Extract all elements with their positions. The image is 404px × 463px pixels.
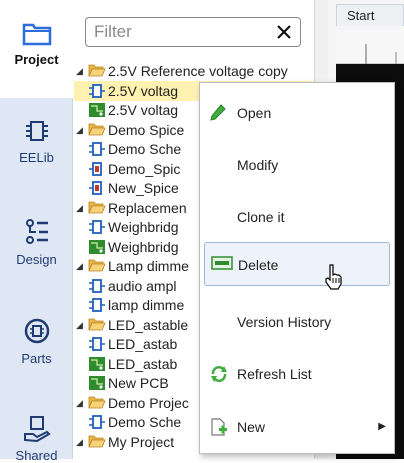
submenu-arrow-icon: ▶ [378, 421, 386, 432]
tree-item-label: LED_astab [108, 355, 178, 372]
folder-open-icon [88, 123, 106, 135]
nav-label-project: Project [14, 52, 59, 67]
new-doc-icon [211, 418, 227, 436]
pencil-icon [210, 104, 226, 121]
nav-label-eelib: EELib [19, 150, 54, 165]
delete-icon [211, 256, 233, 270]
schematic-icon [89, 278, 105, 293]
context-menu: Open Modify Clone it Delete Version Hist… [199, 82, 395, 454]
expand-toggle-icon[interactable]: ◢ [76, 393, 88, 413]
tree-item-label: lamp dimme [108, 297, 185, 313]
schematic-icon [89, 337, 105, 351]
menu-item-open[interactable]: Open [204, 91, 390, 135]
schematic-icon [89, 83, 105, 98]
expand-toggle-icon[interactable]: ◢ [76, 432, 88, 452]
nav-item-project[interactable]: Project [0, 0, 73, 98]
expand-toggle-icon[interactable]: ◢ [76, 61, 88, 81]
folder-open-icon [88, 259, 106, 272]
menu-label-new: New [237, 419, 266, 435]
tree-item-label: New PCB [108, 375, 169, 391]
tree-item-label: Demo Spice [108, 121, 185, 138]
menu-label-refresh-list: Refresh List [237, 366, 312, 382]
tree-item-label: LED_astable [108, 316, 189, 333]
folder-open-icon [88, 64, 106, 77]
menu-item-delete[interactable]: Delete [204, 242, 390, 286]
tree-item-label: audio ampl [108, 277, 177, 294]
nav-label-parts: Parts [21, 351, 52, 366]
nav-item-shared[interactable]: Shared [0, 414, 73, 463]
design-list-icon [25, 219, 48, 244]
chip-icon [25, 121, 48, 141]
menu-item-clone[interactable]: Clone it [204, 195, 390, 239]
parts-icon [24, 318, 49, 344]
shared-hand-icon [23, 416, 51, 442]
side-navigation: Project EELib Design Parts Shared [0, 0, 73, 463]
pcb-icon [89, 376, 105, 390]
tab-start[interactable]: Start [336, 4, 404, 26]
tree-item-label: 2.5V voltag [108, 102, 179, 118]
tree-item-label: Weighbridg [108, 238, 179, 255]
schematic-icon [89, 298, 105, 312]
tree-item-label: My Project [108, 433, 175, 450]
schematic-icon [89, 415, 105, 429]
nav-label-shared: Shared [15, 448, 58, 463]
expand-toggle-icon[interactable]: ◢ [76, 120, 88, 140]
menu-item-refresh-list[interactable]: Refresh List [204, 352, 390, 396]
tree-item-label: New_Spice [108, 180, 179, 196]
pcb-icon [89, 103, 105, 117]
folder-open-icon [88, 435, 106, 447]
tree-item-label: Lamp dimme [108, 258, 189, 274]
close-icon[interactable] [274, 22, 294, 42]
nav-label-design: Design [16, 252, 57, 267]
expand-toggle-icon[interactable]: ◢ [76, 315, 88, 335]
nav-item-eelib[interactable]: EELib [0, 118, 73, 182]
ruler-ticks [365, 44, 397, 64]
menu-label-modify: Modify [237, 157, 279, 173]
tree-item-label: LED_astab [108, 336, 178, 352]
filter-input[interactable] [92, 21, 272, 43]
menu-label-open: Open [237, 105, 272, 121]
pcb-icon [89, 356, 105, 371]
expand-toggle-icon[interactable]: ◢ [76, 256, 88, 276]
tree-item-label: Demo Projec [108, 394, 189, 411]
schematic-icon [89, 220, 105, 234]
menu-item-new[interactable]: New ▶ [204, 405, 390, 449]
tree-item-label: Replacemen [108, 199, 187, 216]
menu-label-version-history: Version History [237, 314, 332, 330]
tree-item-label: Demo Sche [108, 141, 182, 157]
menu-label-delete: Delete [238, 257, 279, 273]
expand-toggle-icon[interactable]: ◢ [76, 198, 88, 218]
tree-item-label: Weighbridg [108, 219, 179, 235]
nav-item-design[interactable]: Design [0, 218, 73, 282]
folder-open-icon [88, 201, 106, 213]
spice-icon [89, 181, 102, 195]
tree-item-label: 2.5V voltag [108, 82, 179, 99]
spice-icon [89, 161, 102, 176]
ruler [336, 30, 404, 64]
nav-item-parts[interactable]: Parts [0, 317, 73, 381]
folder-icon [22, 23, 51, 46]
hand-cursor-icon [325, 264, 342, 290]
filter-box [85, 17, 301, 47]
menu-label-clone: Clone it [237, 209, 285, 225]
menu-item-version-history[interactable]: Version History [204, 300, 390, 344]
pcb-icon [89, 239, 105, 254]
tree-item-label: Demo Sche [108, 414, 182, 430]
tree-folder[interactable]: ◢ 2.5V Reference voltage copy [76, 61, 314, 81]
folder-open-icon [88, 318, 106, 330]
refresh-icon [211, 366, 227, 382]
tree-item-label: 2.5V Reference voltage copy [108, 63, 288, 79]
menu-item-modify[interactable]: Modify [204, 143, 390, 187]
tree-item-label: Demo_Spic [108, 160, 181, 177]
folder-open-icon [88, 396, 106, 408]
schematic-icon [89, 142, 105, 156]
